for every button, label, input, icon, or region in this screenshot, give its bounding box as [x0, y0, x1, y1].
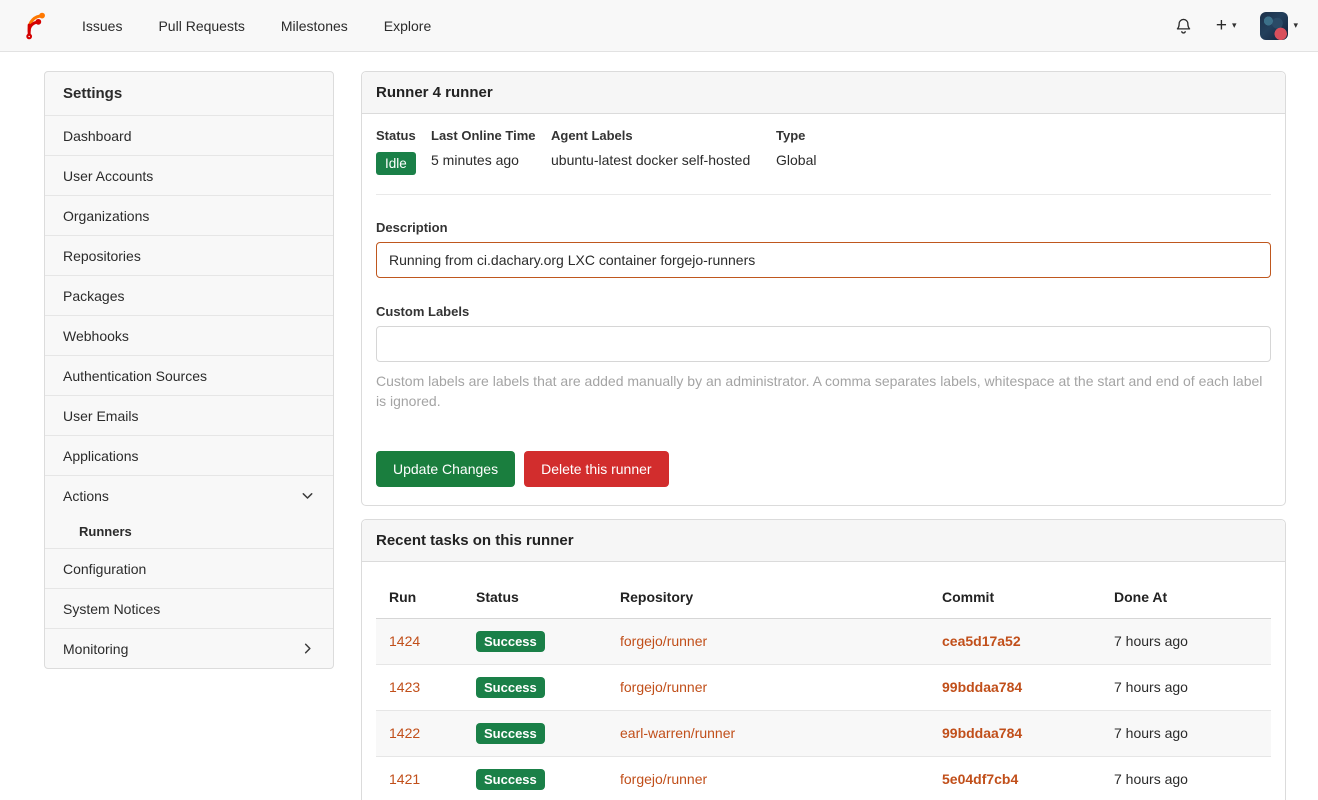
last-online-label: Last Online Time	[431, 128, 551, 143]
sidebar-item-organizations[interactable]: Organizations	[45, 195, 333, 235]
user-menu-dropdown[interactable]: ▾	[1260, 12, 1298, 40]
column-header-repository: Repository	[607, 576, 929, 619]
custom-labels-label: Custom Labels	[376, 304, 1271, 319]
recent-tasks-panel: Recent tasks on this runner Run Status R…	[361, 519, 1286, 800]
commit-link[interactable]: 99bddaa784	[942, 725, 1022, 741]
chevron-down-icon	[300, 488, 315, 503]
description-input[interactable]	[376, 242, 1271, 278]
runner-info-grid: Status Idle Last Online Time 5 minutes a…	[376, 128, 1271, 175]
column-header-commit: Commit	[929, 576, 1101, 619]
recent-tasks-title: Recent tasks on this runner	[362, 520, 1285, 562]
sidebar-item-actions[interactable]: Actions	[45, 475, 333, 515]
table-header-row: Run Status Repository Commit Done At	[376, 576, 1271, 619]
plus-icon: +	[1216, 16, 1227, 35]
sidebar-item-runners[interactable]: Runners	[45, 515, 333, 548]
custom-labels-input[interactable]	[376, 326, 1271, 362]
runner-panel-title: Runner 4 runner	[362, 72, 1285, 114]
column-header-status: Status	[463, 576, 607, 619]
run-link[interactable]: 1423	[389, 679, 420, 695]
runner-detail-panel: Runner 4 runner Status Idle Last Online …	[361, 71, 1286, 506]
sidebar-item-label: Monitoring	[63, 641, 128, 657]
sidebar-item-label: Actions	[63, 488, 109, 504]
repository-link[interactable]: earl-warren/runner	[620, 725, 735, 741]
done-at-value: 7 hours ago	[1101, 664, 1271, 710]
user-avatar	[1260, 12, 1288, 40]
admin-settings-sidebar: Settings Dashboard User Accounts Organiz…	[44, 71, 334, 669]
status-badge: Success	[476, 769, 545, 790]
status-badge: Idle	[376, 152, 416, 175]
nav-item-explore[interactable]: Explore	[384, 18, 431, 34]
done-at-value: 7 hours ago	[1101, 618, 1271, 664]
sidebar-item-packages[interactable]: Packages	[45, 275, 333, 315]
sidebar-item-user-accounts[interactable]: User Accounts	[45, 155, 333, 195]
create-new-dropdown[interactable]: + ▾	[1216, 16, 1237, 35]
status-label: Status	[376, 128, 431, 143]
done-at-value: 7 hours ago	[1101, 756, 1271, 800]
navbar-right: + ▾ ▾	[1175, 12, 1298, 40]
run-link[interactable]: 1421	[389, 771, 420, 787]
update-changes-button[interactable]: Update Changes	[376, 451, 515, 487]
top-navbar: Issues Pull Requests Milestones Explore …	[0, 0, 1318, 52]
status-badge: Success	[476, 631, 545, 652]
sidebar-item-authentication-sources[interactable]: Authentication Sources	[45, 355, 333, 395]
delete-runner-button[interactable]: Delete this runner	[524, 451, 669, 487]
run-link[interactable]: 1424	[389, 633, 420, 649]
agent-labels-label: Agent Labels	[551, 128, 776, 143]
run-link[interactable]: 1422	[389, 725, 420, 741]
main-content: Runner 4 runner Status Idle Last Online …	[361, 71, 1286, 800]
column-header-run: Run	[376, 576, 463, 619]
nav-item-issues[interactable]: Issues	[82, 18, 122, 34]
sidebar-item-webhooks[interactable]: Webhooks	[45, 315, 333, 355]
status-badge: Success	[476, 677, 545, 698]
sidebar-header-settings: Settings	[45, 72, 333, 115]
sidebar-item-monitoring[interactable]: Monitoring	[45, 628, 333, 668]
repository-link[interactable]: forgejo/runner	[620, 771, 707, 787]
type-value: Global	[776, 152, 1271, 168]
recent-tasks-table: Run Status Repository Commit Done At 142…	[376, 576, 1271, 800]
table-row: 1421 Success forgejo/runner 5e04df7cb4 7…	[376, 756, 1271, 800]
repository-link[interactable]: forgejo/runner	[620, 633, 707, 649]
sidebar-item-repositories[interactable]: Repositories	[45, 235, 333, 275]
custom-labels-help-text: Custom labels are labels that are added …	[376, 371, 1271, 412]
notifications-bell-icon[interactable]	[1175, 17, 1192, 35]
commit-link[interactable]: 99bddaa784	[942, 679, 1022, 695]
chevron-right-icon	[300, 641, 315, 656]
nav-item-milestones[interactable]: Milestones	[281, 18, 348, 34]
done-at-value: 7 hours ago	[1101, 710, 1271, 756]
repository-link[interactable]: forgejo/runner	[620, 679, 707, 695]
caret-down-icon: ▾	[1232, 20, 1237, 31]
nav-links: Issues Pull Requests Milestones Explore	[82, 18, 431, 34]
table-row: 1424 Success forgejo/runner cea5d17a52 7…	[376, 618, 1271, 664]
column-header-done-at: Done At	[1101, 576, 1271, 619]
commit-link[interactable]: cea5d17a52	[942, 633, 1021, 649]
commit-link[interactable]: 5e04df7cb4	[942, 771, 1018, 787]
sidebar-item-dashboard[interactable]: Dashboard	[45, 115, 333, 155]
last-online-value: 5 minutes ago	[431, 152, 551, 168]
agent-labels-value: ubuntu-latest docker self-hosted	[551, 152, 776, 168]
sidebar-item-user-emails[interactable]: User Emails	[45, 395, 333, 435]
forgejo-logo-icon[interactable]	[20, 11, 50, 41]
sidebar-item-configuration[interactable]: Configuration	[45, 548, 333, 588]
table-row: 1423 Success forgejo/runner 99bddaa784 7…	[376, 664, 1271, 710]
sidebar-item-applications[interactable]: Applications	[45, 435, 333, 475]
section-divider	[376, 194, 1271, 195]
status-badge: Success	[476, 723, 545, 744]
type-label: Type	[776, 128, 1271, 143]
table-row: 1422 Success earl-warren/runner 99bddaa7…	[376, 710, 1271, 756]
caret-down-icon: ▾	[1293, 20, 1298, 31]
nav-item-pull-requests[interactable]: Pull Requests	[158, 18, 244, 34]
description-label: Description	[376, 220, 1271, 235]
sidebar-item-system-notices[interactable]: System Notices	[45, 588, 333, 628]
